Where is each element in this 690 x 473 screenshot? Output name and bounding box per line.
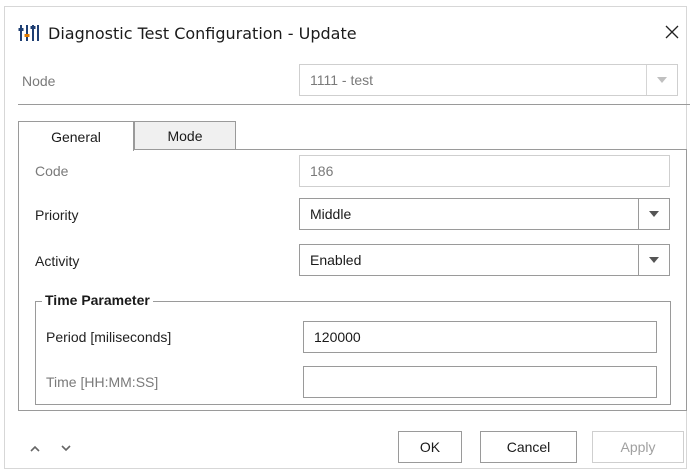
ok-button-label: OK <box>419 439 441 455</box>
chevron-down-icon <box>657 77 667 83</box>
code-value: 186 <box>310 163 334 179</box>
title-bar: Diagnostic Test Configuration - Update <box>18 20 357 46</box>
tab-general-label: General <box>51 128 101 145</box>
node-dropdown-button[interactable] <box>646 65 677 95</box>
node-label: Node <box>22 73 56 89</box>
period-label: Period [miliseconds] <box>46 329 172 345</box>
close-icon <box>665 25 679 39</box>
cancel-button-label: Cancel <box>506 439 551 455</box>
code-field[interactable]: 186 <box>299 155 670 187</box>
sliders-icon <box>18 25 39 41</box>
time-parameter-title: Time Parameter <box>42 292 153 308</box>
cancel-button[interactable]: Cancel <box>480 431 577 463</box>
header-separator <box>18 104 690 105</box>
period-input[interactable]: 120000 <box>303 321 657 353</box>
activity-value: Enabled <box>310 252 362 268</box>
dialog-title: Diagnostic Test Configuration - Update <box>48 23 357 43</box>
period-value: 120000 <box>314 329 361 345</box>
time-input[interactable] <box>303 366 657 398</box>
chevron-down-icon <box>61 444 71 451</box>
ok-button[interactable]: OK <box>398 431 462 463</box>
activity-select[interactable]: Enabled <box>299 244 670 276</box>
close-button[interactable] <box>660 20 684 44</box>
priority-label: Priority <box>35 207 79 223</box>
chevron-up-icon <box>30 445 40 452</box>
activity-label: Activity <box>35 253 80 269</box>
apply-button-label: Apply <box>620 439 656 455</box>
activity-dropdown-button[interactable] <box>638 245 669 275</box>
code-label: Code <box>35 163 69 179</box>
priority-dropdown-button[interactable] <box>638 199 669 229</box>
move-up-button[interactable] <box>27 440 43 456</box>
tab-mode-label: Mode <box>167 127 203 144</box>
apply-button[interactable]: Apply <box>592 431 684 463</box>
priority-select[interactable]: Middle <box>299 198 670 230</box>
tab-mode[interactable]: Mode <box>134 121 236 149</box>
priority-value: Middle <box>310 206 352 222</box>
node-select[interactable]: 1111 - test <box>299 64 678 96</box>
tab-general[interactable]: General <box>18 121 134 151</box>
chevron-down-icon <box>649 257 659 263</box>
time-label: Time [HH:MM:SS] <box>46 374 159 390</box>
chevron-down-icon <box>649 211 659 217</box>
node-select-value: 1111 - test <box>310 72 374 88</box>
move-down-button[interactable] <box>58 440 74 456</box>
